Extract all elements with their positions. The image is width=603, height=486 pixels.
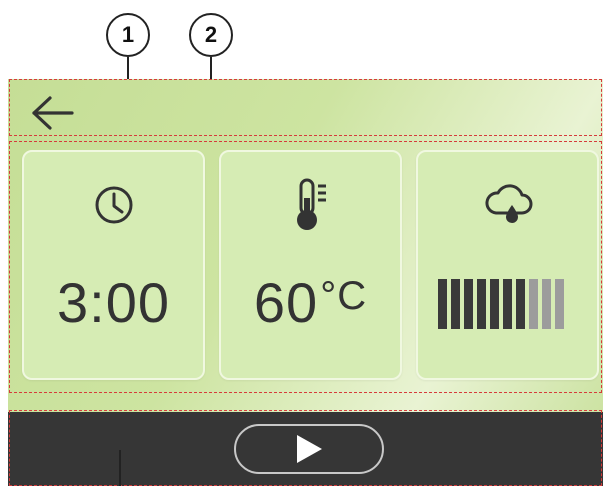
bottom-zone-outline: [9, 410, 602, 486]
callout-2-number: 2: [204, 22, 218, 47]
callout-1: 1: [106, 13, 150, 57]
callout-1-number: 1: [121, 22, 135, 47]
header-zone-outline: [9, 79, 602, 136]
cards-zone-outline: [9, 141, 602, 393]
callout-2: 2: [189, 13, 233, 57]
bottom-leader-line: [119, 450, 121, 486]
